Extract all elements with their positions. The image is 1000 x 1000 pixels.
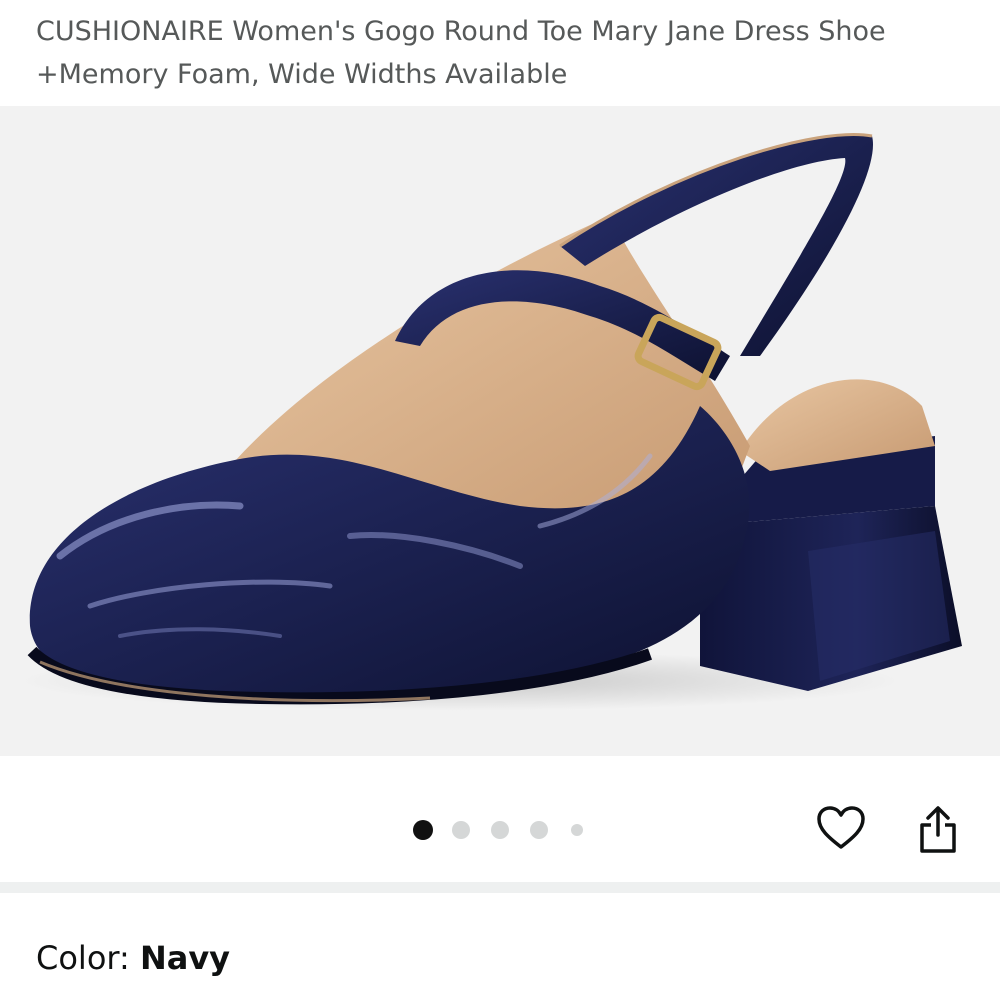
image-carousel-dots[interactable]	[413, 820, 588, 840]
color-label: Color:	[36, 939, 140, 977]
product-image[interactable]	[0, 106, 1000, 756]
carousel-dot-5[interactable]	[571, 824, 583, 836]
carousel-dot-2[interactable]	[452, 821, 470, 839]
carousel-dot-3[interactable]	[491, 821, 509, 839]
share-button[interactable]	[910, 802, 966, 858]
heart-icon	[817, 806, 865, 849]
carousel-dot-1[interactable]	[413, 820, 433, 840]
share-icon	[920, 806, 956, 853]
section-divider	[0, 882, 1000, 893]
color-value: Navy	[139, 939, 231, 977]
product-title: CUSHIONAIRE Women's Gogo Round Toe Mary …	[36, 16, 886, 90]
color-selector-label: Color: Navy	[36, 935, 230, 981]
shoe-image	[20, 132, 962, 711]
product-detail-page: CUSHIONAIRE Women's Gogo Round Toe Mary …	[0, 0, 1000, 1000]
favorite-button[interactable]	[813, 800, 869, 856]
carousel-dot-4[interactable]	[530, 821, 548, 839]
